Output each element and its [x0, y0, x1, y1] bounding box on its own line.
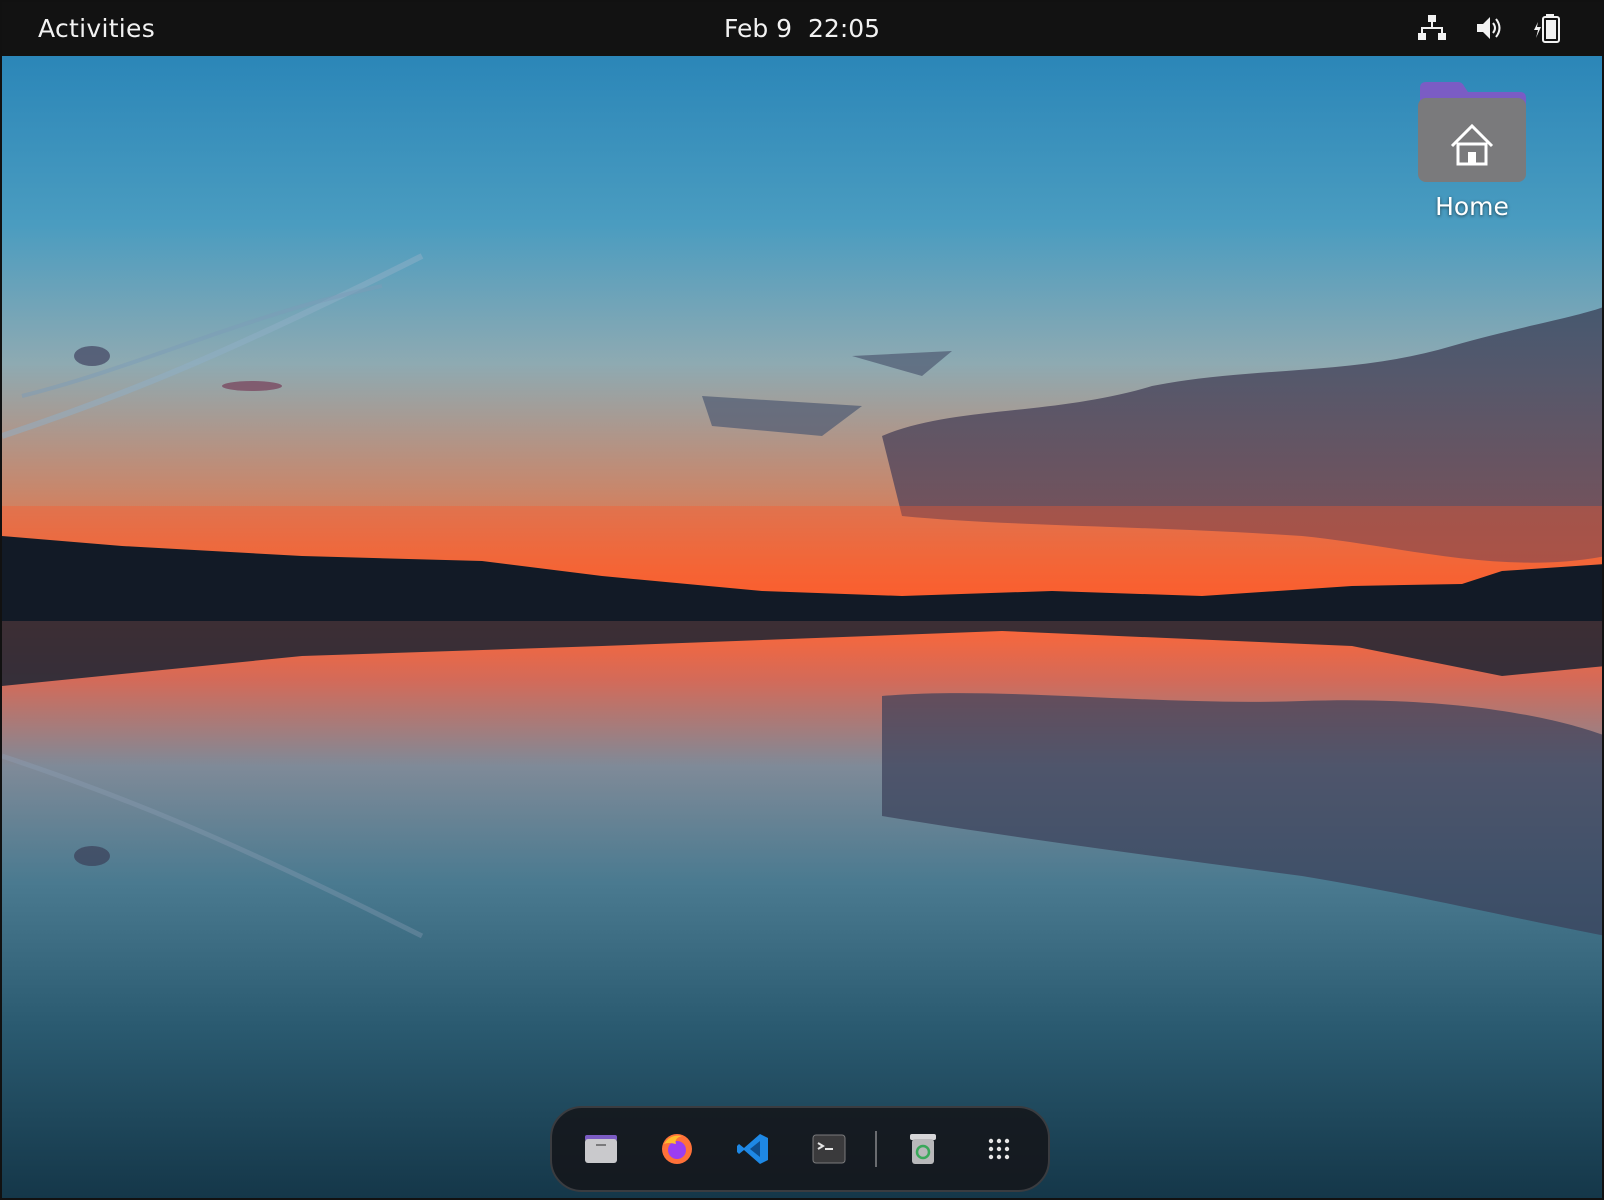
volume-icon[interactable]	[1474, 13, 1506, 43]
clock-time: 22:05	[808, 14, 881, 43]
clock[interactable]: Feb 9 22:05	[2, 14, 1602, 43]
dock-item-terminal[interactable]	[791, 1111, 867, 1187]
screen: Activities Feb 9 22:05 Home	[0, 0, 1604, 1200]
dock-item-firefox[interactable]	[639, 1111, 715, 1187]
top-bar: Activities Feb 9 22:05	[2, 2, 1602, 56]
dock-item-trash[interactable]	[885, 1111, 961, 1187]
network-icon[interactable]	[1416, 13, 1448, 43]
desktop-wallpaper[interactable]	[2, 56, 1602, 1198]
home-folder-icon	[1418, 82, 1526, 182]
dock-item-show-apps[interactable]	[961, 1111, 1037, 1187]
dock	[550, 1106, 1050, 1192]
desktop-icon-home[interactable]: Home	[1406, 80, 1538, 221]
dock-separator	[875, 1131, 877, 1167]
trash-icon	[910, 1134, 936, 1164]
dock-item-files[interactable]	[563, 1111, 639, 1187]
show-apps-icon	[988, 1138, 1010, 1160]
vscode-icon	[737, 1134, 768, 1164]
firefox-icon	[662, 1134, 692, 1164]
dock-item-vscode[interactable]	[715, 1111, 791, 1187]
clock-date: Feb 9	[723, 14, 793, 43]
desktop-icon-label: Home	[1435, 192, 1509, 221]
system-tray[interactable]	[1416, 12, 1566, 44]
terminal-icon	[812, 1134, 846, 1164]
battery-icon[interactable]	[1532, 12, 1566, 44]
files-icon	[585, 1135, 617, 1163]
